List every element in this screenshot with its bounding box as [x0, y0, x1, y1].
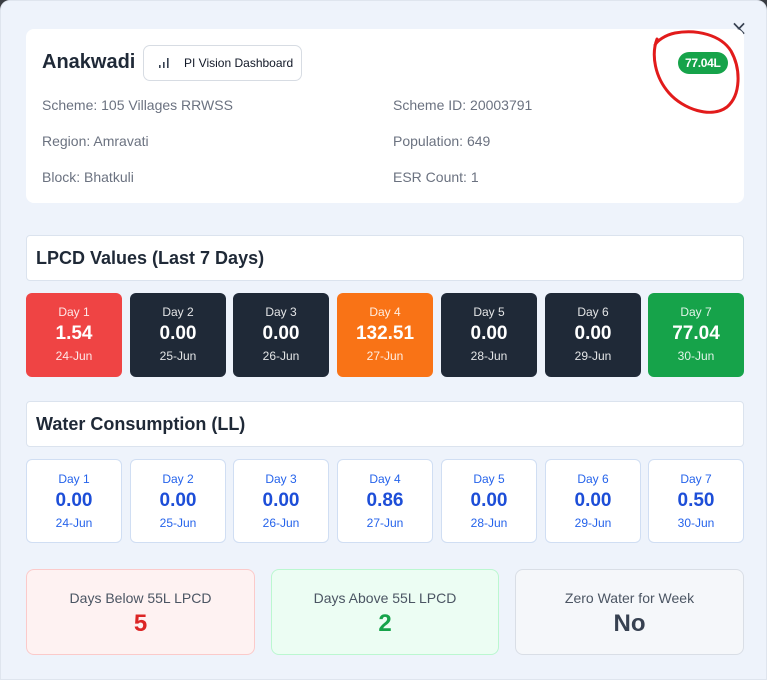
- stat-value: 5: [133, 610, 148, 637]
- day-date: 25-Jun: [159, 516, 197, 530]
- region-info: Region: Amravati: [42, 133, 149, 149]
- zero-water-stat-card: Zero Water for Week No: [515, 569, 744, 655]
- water-value: 0.00: [574, 490, 612, 511]
- day-label: Day 4: [369, 305, 401, 319]
- day-date: 24-Jun: [55, 516, 93, 530]
- scheme-id-info: Scheme ID: 20003791: [393, 97, 533, 113]
- lpcd-day-card: Day 5 0.00 28-Jun: [441, 293, 537, 377]
- day-label: Day 6: [577, 305, 609, 319]
- lpcd-value: 1.54: [55, 323, 93, 344]
- water-consumption-section-title: Water Consumption (LL): [26, 401, 744, 447]
- bar-chart-icon: [159, 58, 169, 68]
- water-value: 0.00: [55, 490, 93, 511]
- lpcd-day-card: Day 6 0.00 29-Jun: [545, 293, 641, 377]
- water-day-row: Day 1 0.00 24-Jun Day 2 0.00 25-Jun Day …: [26, 459, 744, 543]
- day-date: 26-Jun: [262, 516, 300, 530]
- stat-label: Zero Water for Week: [564, 590, 695, 606]
- stat-value: No: [613, 610, 646, 637]
- scheme-info: Scheme: 105 Villages RRWSS: [42, 97, 233, 113]
- day-date: 25-Jun: [159, 349, 197, 363]
- lpcd-day-card: Day 2 0.00 25-Jun: [130, 293, 226, 377]
- day-date: 29-Jun: [574, 349, 612, 363]
- lpcd-day-row: Day 1 1.54 24-Jun Day 2 0.00 25-Jun Day …: [26, 293, 744, 377]
- day-label: Day 7: [680, 472, 712, 486]
- esr-count-info: ESR Count: 1: [393, 169, 479, 185]
- day-label: Day 1: [58, 472, 90, 486]
- water-day-card: Day 3 0.00 26-Jun: [233, 459, 329, 543]
- water-value: 0.00: [159, 490, 197, 511]
- day-label: Day 7: [680, 305, 712, 319]
- day-date: 26-Jun: [262, 349, 300, 363]
- lpcd-section-title: LPCD Values (Last 7 Days): [26, 235, 744, 281]
- lpcd-value: 0.00: [159, 323, 197, 344]
- lpcd-value: 0.00: [262, 323, 300, 344]
- water-day-card: Day 4 0.86 27-Jun: [337, 459, 433, 543]
- water-day-card: Day 2 0.00 25-Jun: [130, 459, 226, 543]
- water-day-card: Day 1 0.00 24-Jun: [26, 459, 122, 543]
- day-label: Day 3: [265, 472, 297, 486]
- day-date: 24-Jun: [55, 349, 93, 363]
- lpcd-day-card: Day 4 132.51 27-Jun: [337, 293, 433, 377]
- lpcd-day-card: Day 3 0.00 26-Jun: [233, 293, 329, 377]
- lpcd-value: 132.51: [355, 323, 415, 344]
- stat-value: 2: [378, 610, 392, 637]
- population-info: Population: 649: [393, 133, 491, 149]
- village-name: Anakwadi: [42, 51, 136, 73]
- days-below-stat-card: Days Below 55L LPCD 5: [26, 569, 255, 655]
- lpcd-badge: 77.04L: [678, 52, 728, 74]
- day-date: 28-Jun: [470, 349, 508, 363]
- day-date: 29-Jun: [574, 516, 612, 530]
- day-label: Day 2: [162, 305, 194, 319]
- day-label: Day 5: [473, 305, 505, 319]
- stat-label: Days Below 55L LPCD: [69, 590, 212, 606]
- water-value: 0.00: [470, 490, 508, 511]
- day-label: Day 5: [473, 472, 505, 486]
- lpcd-day-card: Day 1 1.54 24-Jun: [26, 293, 122, 377]
- day-date: 28-Jun: [470, 516, 508, 530]
- block-info: Block: Bhatkuli: [42, 169, 134, 185]
- lpcd-value: 0.00: [470, 323, 508, 344]
- water-day-card: Day 5 0.00 28-Jun: [441, 459, 537, 543]
- day-label: Day 1: [58, 305, 90, 319]
- water-value: 0.00: [262, 490, 300, 511]
- day-date: 30-Jun: [677, 516, 715, 530]
- lpcd-value: 0.00: [574, 323, 612, 344]
- day-label: Day 2: [162, 472, 194, 486]
- pi-vision-dashboard-label: PI Vision Dashboard: [184, 56, 294, 70]
- village-details-modal: × Anakwadi PI Vision Dashboard 77.04L Sc…: [0, 0, 767, 680]
- village-info-card: Anakwadi PI Vision Dashboard 77.04L Sche…: [26, 29, 744, 203]
- day-date: 27-Jun: [366, 349, 404, 363]
- water-day-card: Day 7 0.50 30-Jun: [648, 459, 744, 543]
- day-date: 30-Jun: [677, 349, 715, 363]
- lpcd-day-card: Day 7 77.04 30-Jun: [648, 293, 744, 377]
- water-value: 0.86: [366, 490, 404, 511]
- days-above-stat-card: Days Above 55L LPCD 2: [271, 569, 499, 655]
- day-label: Day 3: [265, 305, 297, 319]
- day-label: Day 4: [369, 472, 401, 486]
- water-day-card: Day 6 0.00 29-Jun: [545, 459, 641, 543]
- water-value: 0.50: [677, 490, 715, 511]
- stat-label: Days Above 55L LPCD: [313, 590, 457, 606]
- day-label: Day 6: [577, 472, 609, 486]
- day-date: 27-Jun: [366, 516, 404, 530]
- lpcd-value: 77.04: [672, 323, 720, 344]
- pi-vision-dashboard-button[interactable]: PI Vision Dashboard: [143, 45, 302, 81]
